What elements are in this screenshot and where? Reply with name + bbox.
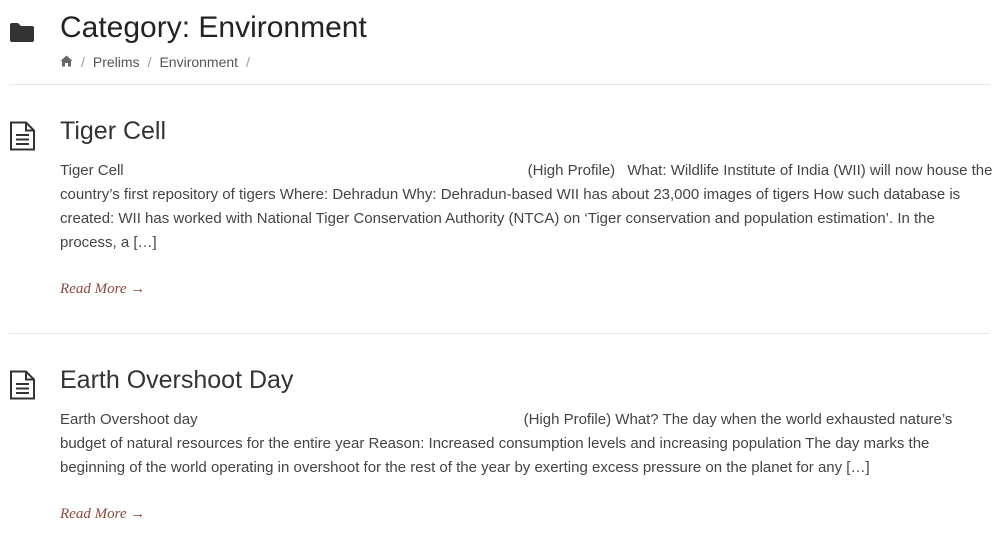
post-title-link[interactable]: Tiger Cell: [60, 117, 166, 145]
category-header: Category: Environment / Prelims / Enviro…: [0, 0, 1003, 85]
breadcrumb-item-prelims[interactable]: Prelims: [93, 52, 140, 72]
breadcrumb-separator: /: [81, 54, 85, 70]
post-excerpt: Earth Overshoot day (High Profile) What? …: [60, 408, 995, 480]
read-more-link[interactable]: Read More →: [60, 506, 145, 523]
post-title[interactable]: Earth Overshoot Day: [60, 364, 293, 396]
post-excerpt: Tiger Cell (High Profile) What: Wildlife …: [60, 159, 995, 255]
post-divider: [9, 333, 990, 334]
page-title: Category: Environment: [60, 11, 367, 44]
breadcrumb: / Prelims / Environment /: [60, 52, 258, 72]
breadcrumb-home-link[interactable]: [60, 52, 73, 72]
home-icon: [60, 55, 73, 67]
post-title[interactable]: Tiger Cell: [60, 115, 166, 147]
header-divider: [9, 84, 990, 85]
document-icon: [10, 121, 35, 151]
excerpt-lead: Earth Overshoot day: [60, 411, 198, 428]
excerpt-profile: (High Profile): [527, 162, 616, 179]
breadcrumb-item-environment[interactable]: Environment: [159, 52, 238, 72]
excerpt-lead: Tiger Cell: [60, 162, 124, 179]
breadcrumb-separator: /: [147, 54, 152, 70]
read-more-link[interactable]: Read More →: [60, 281, 145, 298]
folder-icon: [10, 23, 34, 42]
category-page: Category: Environment / Prelims / Enviro…: [0, 0, 1003, 536]
post-title-link[interactable]: Earth Overshoot Day: [60, 366, 293, 394]
excerpt-body: What: Wildlife Institute of India (WII) …: [60, 162, 993, 251]
excerpt-profile: (High Profile): [523, 411, 612, 428]
breadcrumb-separator: /: [246, 54, 250, 70]
document-icon: [10, 370, 35, 400]
